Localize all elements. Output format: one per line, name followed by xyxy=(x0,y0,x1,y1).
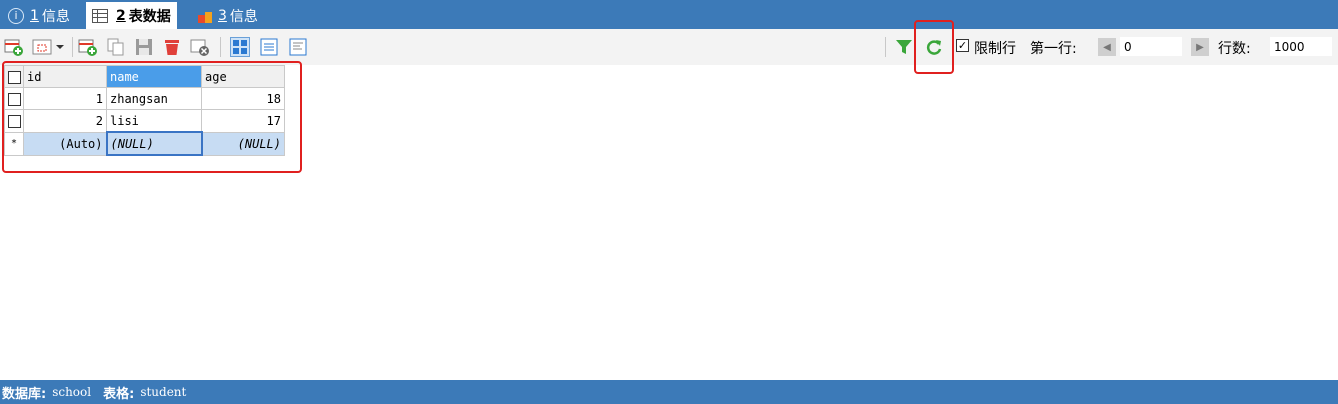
limit-rows-checkbox[interactable]: ✓ xyxy=(956,39,969,52)
previous-page-button[interactable]: ◀ xyxy=(1098,38,1116,56)
delete-icon[interactable] xyxy=(162,37,182,57)
first-row-label: 第一行: xyxy=(1030,41,1077,57)
info-icon: i xyxy=(8,7,24,24)
tab-number: 3 xyxy=(218,7,227,24)
tab-bar: i 1 信息 2 表数据 3 信息 xyxy=(0,0,1338,29)
grid-view-icon[interactable] xyxy=(230,37,250,57)
tab-info-1[interactable]: i 1 信息 xyxy=(8,2,70,29)
next-page-button[interactable]: ▶ xyxy=(1191,38,1209,56)
table-label: 表格: xyxy=(103,386,135,402)
table-icon xyxy=(92,8,108,23)
toolbar-separator xyxy=(72,37,73,57)
form-view-icon[interactable] xyxy=(259,37,279,57)
table-value: student xyxy=(140,385,187,399)
duplicate-row-dropdown-icon[interactable] xyxy=(32,37,68,57)
database-value: school xyxy=(52,385,92,399)
tab-label: 信息 xyxy=(229,8,258,25)
insert-row-icon[interactable] xyxy=(78,37,98,57)
tab-table-data[interactable]: 2 表数据 xyxy=(86,2,177,29)
tab-label: 表数据 xyxy=(128,8,171,25)
tab-number: 2 xyxy=(116,7,126,24)
tab-label: 信息 xyxy=(41,8,70,25)
tab-info-3[interactable]: 3 信息 xyxy=(198,2,258,29)
cancel-changes-icon[interactable] xyxy=(190,37,210,57)
toolbar-separator xyxy=(220,37,221,57)
status-bar: 数据库: school 表格: student xyxy=(0,380,1338,404)
grid-highlight-box xyxy=(2,61,302,173)
text-view-icon[interactable] xyxy=(288,37,308,57)
row-count-field[interactable]: 1000 xyxy=(1270,37,1332,56)
toolbar-separator xyxy=(885,37,886,57)
add-row-icon[interactable] xyxy=(4,37,24,57)
first-row-field[interactable]: 0 xyxy=(1120,37,1182,56)
copy-row-icon[interactable] xyxy=(106,37,126,57)
row-count-label: 行数: xyxy=(1218,41,1251,57)
filter-icon[interactable] xyxy=(894,37,914,57)
refresh-highlight-box xyxy=(914,20,954,74)
blocks-icon xyxy=(198,9,214,23)
database-label: 数据库: xyxy=(2,386,47,402)
limit-rows-label: 限制行 xyxy=(974,41,1016,57)
tab-number: 1 xyxy=(30,7,39,24)
save-icon[interactable] xyxy=(134,37,154,57)
